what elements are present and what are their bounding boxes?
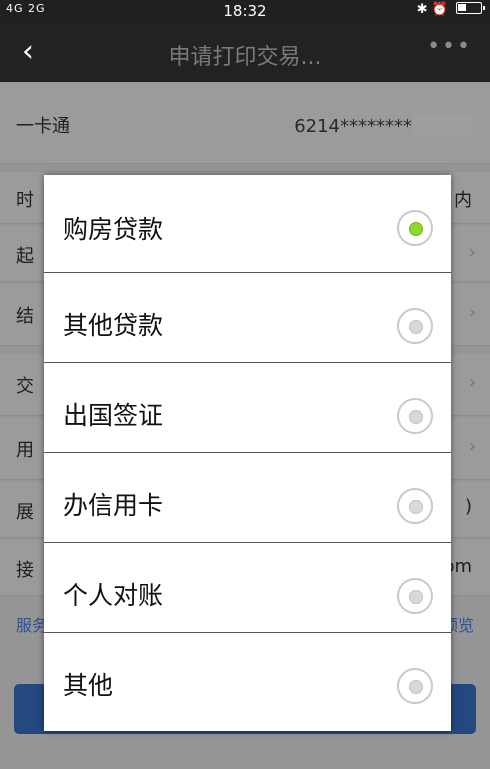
radio-icon[interactable] [397, 578, 433, 614]
option-other-loan[interactable]: 其他贷款 [44, 273, 451, 363]
radio-icon[interactable] [397, 308, 433, 344]
status-bar: 4G 2G 18:32 ✱ ⏰ [0, 0, 490, 22]
radio-icon[interactable] [397, 488, 433, 524]
more-options-icon[interactable]: ••• [427, 34, 472, 59]
option-label: 办信用卡 [63, 491, 164, 520]
option-other[interactable]: 其他 [44, 633, 451, 731]
radio-icon[interactable] [397, 668, 433, 704]
status-right-icons: ✱ ⏰ [416, 2, 485, 17]
option-label: 其他 [63, 671, 114, 700]
option-home-loan[interactable]: 购房贷款 [44, 175, 451, 273]
radio-checked-icon[interactable] [397, 210, 433, 246]
battery-icon [456, 2, 485, 14]
option-label: 其他贷款 [63, 311, 164, 340]
option-label: 个人对账 [63, 581, 164, 610]
option-personal-statement[interactable]: 个人对账 [44, 543, 451, 633]
option-visa[interactable]: 出国签证 [44, 363, 451, 453]
bluetooth-alarm-icon: ✱ ⏰ [416, 2, 448, 17]
option-label: 出国签证 [63, 401, 164, 430]
option-credit-card[interactable]: 办信用卡 [44, 453, 451, 543]
nav-bar: ‹ 申请打印交易... ••• [0, 22, 490, 82]
radio-icon[interactable] [397, 398, 433, 434]
page-title: 申请打印交易... [168, 45, 322, 70]
purpose-select-dialog: 购房贷款 其他贷款 出国签证 办信用卡 个人对账 其他 [44, 175, 451, 731]
option-label: 购房贷款 [63, 215, 164, 244]
